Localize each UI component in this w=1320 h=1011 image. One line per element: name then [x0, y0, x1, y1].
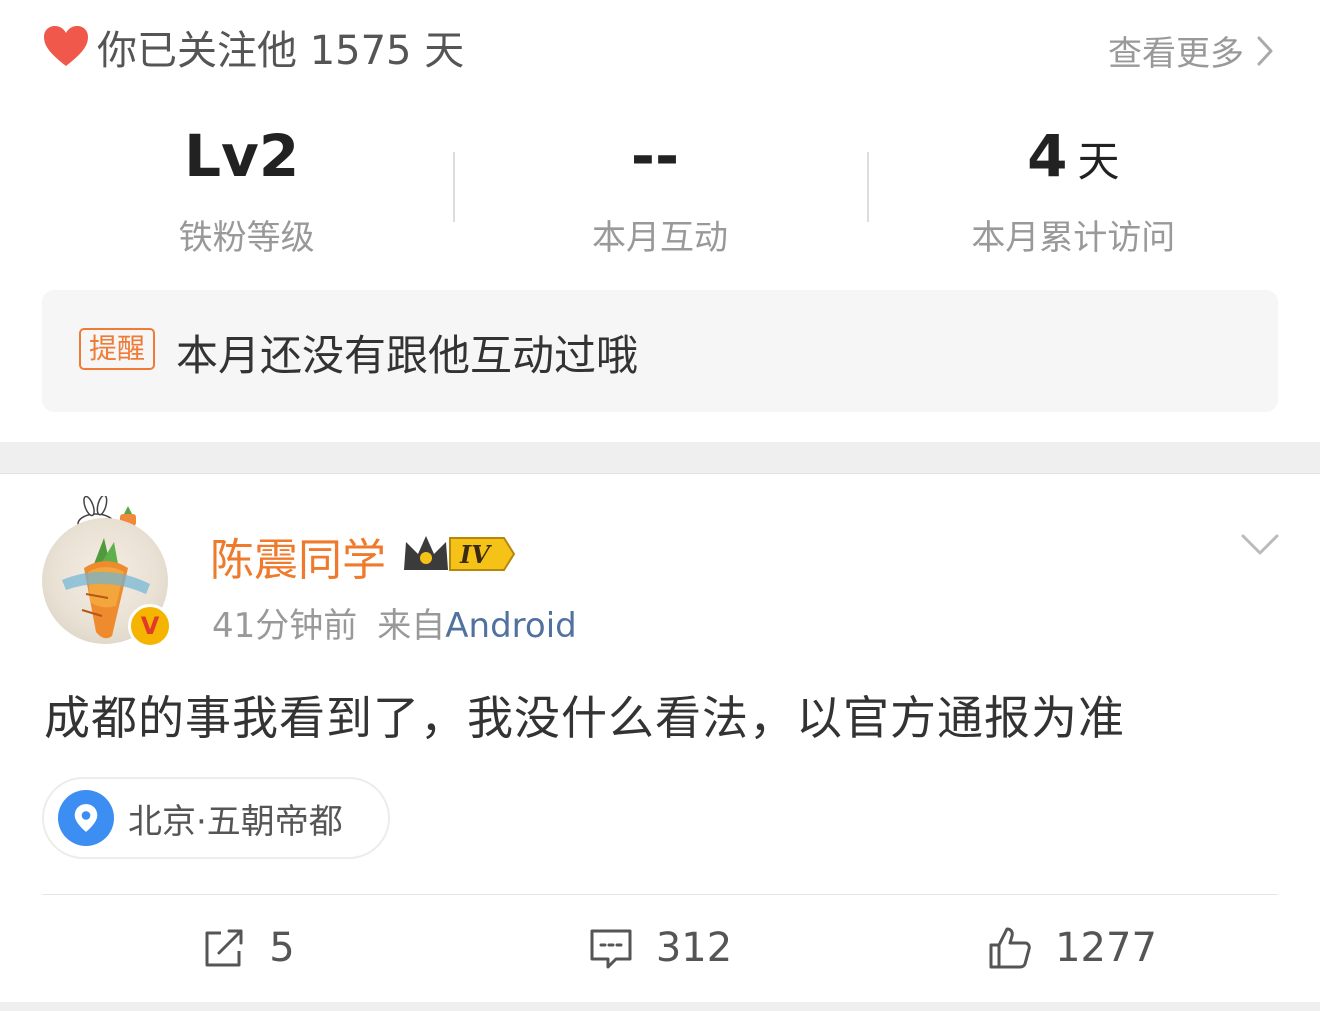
post-text[interactable]: 成都的事我看到了，我没什么看法，以官方通报为准 [44, 682, 1125, 748]
comment-icon [590, 929, 632, 969]
see-more-link[interactable]: 查看更多 [1108, 26, 1276, 75]
location-pin-icon [58, 790, 114, 846]
chevron-down-icon[interactable] [1240, 532, 1280, 558]
vip-crown-icon[interactable]: IV [400, 532, 516, 576]
like-icon [989, 927, 1031, 969]
verified-badge-icon: V [128, 604, 172, 648]
stat-label: 本月累计访问 [971, 218, 1176, 258]
vip-level-text: IV [459, 540, 492, 569]
chevron-right-icon [1257, 36, 1273, 65]
stat-value: Lv2 [184, 122, 300, 190]
stat-value: -- [630, 122, 680, 190]
heart-icon [44, 26, 88, 66]
post-time: 41分钟前 [212, 606, 358, 646]
repost-button[interactable]: 5 [42, 895, 454, 1001]
action-bar: 5 312 1277 [42, 895, 1278, 1001]
post-source[interactable]: Android [445, 606, 576, 646]
location-tag[interactable]: 北京·五朝帝都 [42, 777, 390, 859]
stat-fan-level[interactable]: Lv2 铁粉等级 [40, 118, 453, 258]
stat-label: 本月互动 [591, 218, 728, 258]
follow-duration-text: 你已关注他 1575 天 [97, 28, 465, 74]
section-divider [0, 442, 1320, 474]
comment-button[interactable]: 312 [454, 895, 866, 1001]
like-count: 1277 [1055, 925, 1157, 971]
bottom-divider [0, 1002, 1320, 1011]
stat-monthly-visits[interactable]: 4天 本月累计访问 [866, 118, 1280, 258]
reminder-text: 本月还没有跟他互动过哦 [176, 331, 639, 380]
comment-count: 312 [655, 925, 733, 971]
fan-stats: Lv2 铁粉等级 -- 本月互动 4天 本月累计访问 [40, 118, 1280, 258]
reminder-tag: 提醒 [79, 328, 156, 370]
stat-monthly-interaction[interactable]: -- 本月互动 [453, 118, 866, 258]
like-button[interactable]: 1277 [866, 895, 1278, 1001]
author-name[interactable]: 陈震同学 [210, 524, 386, 588]
post-meta: 41分钟前 来自Android [212, 598, 577, 647]
source-prefix: 来自 [377, 606, 446, 646]
reminder-banner[interactable]: 提醒 本月还没有跟他互动过哦 [42, 290, 1278, 412]
location-label: 北京·五朝帝都 [128, 801, 343, 842]
follow-duration-row: 你已关注他 1575 天 查看更多 [0, 0, 1320, 92]
repost-count: 5 [269, 925, 295, 971]
stat-value: 4天 [1027, 122, 1120, 190]
repost-icon [205, 929, 243, 967]
stat-label: 铁粉等级 [178, 218, 315, 258]
see-more-label: 查看更多 [1108, 34, 1244, 74]
